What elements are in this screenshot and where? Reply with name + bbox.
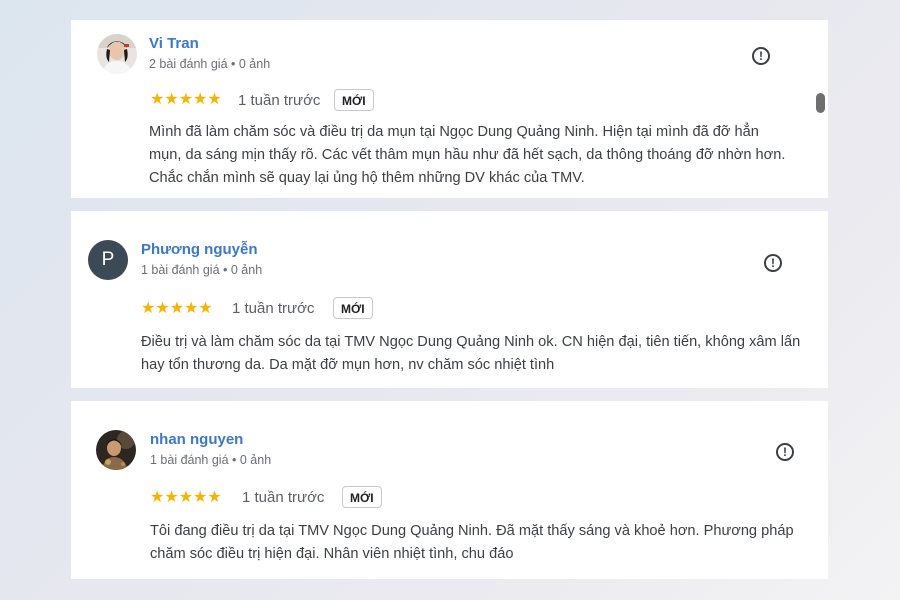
reviewer-avatar[interactable] (96, 430, 136, 470)
review-card: P Phương nguyễn 1 bài đánh giá • 0 ảnh ★… (71, 211, 828, 388)
report-icon[interactable]: ! (752, 47, 770, 65)
reviewer-name[interactable]: Phương nguyễn (141, 241, 258, 258)
reviewer-avatar[interactable] (97, 34, 137, 74)
review-text: Tôi đang điều trị da tại TMV Ngọc Dung Q… (150, 523, 794, 562)
review-card: nhan nguyen 1 bài đánh giá • 0 ảnh ★★★★★… (71, 401, 828, 579)
new-badge: MỚI (333, 297, 373, 319)
report-icon[interactable]: ! (764, 254, 782, 272)
reviewer-avatar[interactable]: P (88, 240, 128, 280)
review-time: 1 tuần trước (238, 92, 321, 109)
rating-stars: ★★★★★ (150, 91, 222, 108)
rating-stars: ★★★★★ (141, 300, 213, 317)
reviewer-meta: 1 bài đánh giá • 0 ảnh (150, 453, 272, 467)
review-text: Mình đã làm chăm sóc và điều trị da mụn … (149, 124, 786, 186)
reviewer-meta: 1 bài đánh giá • 0 ảnh (141, 263, 263, 277)
report-icon[interactable]: ! (776, 443, 794, 461)
rating-stars: ★★★★★ (150, 489, 222, 506)
reviewer-name[interactable]: nhan nguyen (150, 431, 243, 448)
scrollbar-thumb[interactable] (816, 93, 825, 113)
new-badge: MỚI (334, 89, 374, 111)
review-text: Điều trị và làm chăm sóc da tại TMV Ngọc… (141, 334, 801, 373)
reviewer-name[interactable]: Vi Tran (149, 35, 199, 52)
review-card: Vi Tran 2 bài đánh giá • 0 ảnh ★★★★★ 1 t… (71, 20, 828, 198)
review-time: 1 tuần trước (232, 300, 315, 317)
new-badge: MỚI (342, 486, 382, 508)
reviewer-meta: 2 bài đánh giá • 0 ảnh (149, 57, 271, 71)
review-time: 1 tuần trước (242, 489, 325, 506)
